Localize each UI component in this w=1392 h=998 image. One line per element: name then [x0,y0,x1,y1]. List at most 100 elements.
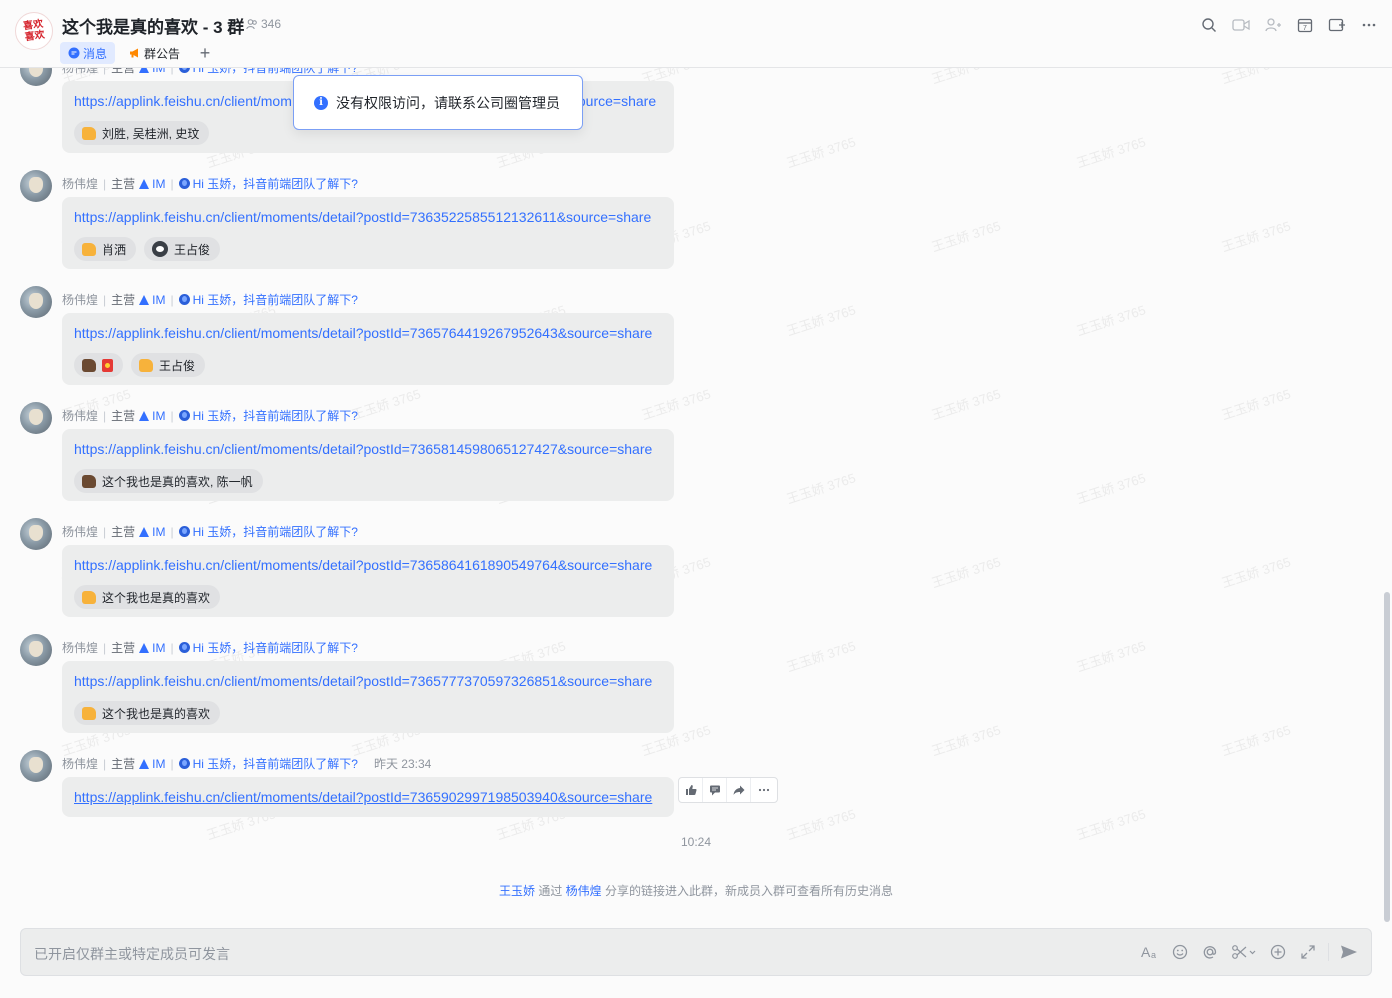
input-placeholder: 已开启仅群主或特定成员可发言 [34,946,230,962]
reaction-chip[interactable]: 这个我也是真的喜欢, 陈一帆 [74,469,263,493]
more-icon[interactable] [751,778,777,802]
message-link[interactable]: https://applink.feishu.cn/client/moments… [74,787,662,807]
dept-tag: IM [139,757,166,771]
add-icon[interactable] [1268,941,1288,963]
tab-messages-label: 消息 [83,46,108,61]
calendar-icon[interactable]: 7 [1294,14,1316,36]
sender-name[interactable]: 杨伟煌 [62,291,98,308]
message-bubble[interactable]: https://applink.feishu.cn/client/moments… [62,197,674,269]
dept-tag: IM [139,293,166,307]
send-icon[interactable] [1339,941,1359,963]
system-notice-inviter[interactable]: 杨伟煌 [566,884,602,898]
watermark-text: 王玉娇 3765 [1219,554,1293,591]
sender-avatar[interactable] [20,170,52,202]
svg-text:a: a [1151,950,1156,960]
permission-toast: i 没有权限访问，请联系公司圈管理员 [293,75,583,130]
thumb-up-icon [82,358,96,372]
message-meta: 杨伟煌| 主营 IM| Hi 玉娇，抖音前端团队了解下? [62,291,358,308]
watermark-text: 王玉娇 3765 [1074,134,1148,171]
toolbar-divider [1328,943,1329,961]
scrollbar[interactable] [1384,592,1390,922]
reaction-bar: 肖洒 王占俊 [74,237,662,261]
message-link[interactable]: https://applink.feishu.cn/client/moments… [74,323,662,343]
add-tab-button[interactable]: + [194,42,216,64]
reaction-chip[interactable]: 刘胜, 吴桂洲, 史玟 [74,121,210,145]
add-widget-icon[interactable] [1326,14,1348,36]
group-avatar[interactable]: 喜欢 喜欢 [15,12,53,50]
message-time: 昨天 23:34 [373,757,432,771]
message-link[interactable]: https://applink.feishu.cn/client/moments… [74,439,662,459]
format-icon[interactable]: Aa [1140,941,1160,963]
message-bubble[interactable]: https://applink.feishu.cn/client/moments… [62,429,674,501]
sender-name[interactable]: 杨伟煌 [62,755,98,772]
watermark-text: 王玉娇 3765 [784,134,858,171]
system-notice: 王玉娇 通过 杨伟煌 分享的链接进入此群，新成员入群可查看所有历史消息 [498,884,894,898]
message-hover-toolbar [678,777,778,803]
sender-name[interactable]: 杨伟煌 [62,523,98,540]
more-icon[interactable] [1358,14,1380,36]
message-bubble[interactable]: https://applink.feishu.cn/client/moments… [62,545,674,617]
watermark-text: 王玉娇 3765 [1219,68,1293,87]
message-list[interactable]: 王玉娇 3765 王玉娇 3765 王玉娇 3765 王玉娇 3765 王玉娇 3765… [0,68,1382,924]
sender-avatar[interactable] [20,286,52,318]
forward-icon[interactable] [727,778,751,802]
add-member-icon[interactable] [1262,14,1284,36]
expand-icon[interactable] [1298,941,1318,963]
reaction-chip[interactable]: 王占俊 [131,353,206,377]
message-link[interactable]: https://applink.feishu.cn/client/moments… [74,555,662,575]
watermark-text: 王玉娇 3765 [784,638,858,675]
input-toolbar: Aa [1140,941,1359,963]
tab-announcement[interactable]: 群公告 [121,42,188,64]
thumb-up-icon [82,126,96,140]
sender-avatar[interactable] [20,634,52,666]
tab-messages[interactable]: 消息 [60,42,116,64]
watermark-text: 王玉娇 3765 [784,470,858,507]
watermark-text: 王玉娇 3765 [639,386,713,423]
sender-name[interactable]: 杨伟煌 [62,68,98,76]
reaction-chip[interactable]: 肖洒 [74,237,137,261]
message-bubble[interactable]: https://applink.feishu.cn/client/moments… [62,777,674,817]
reaction-bar: 这个我也是真的喜欢 [74,585,662,609]
mention-icon[interactable] [1200,941,1220,963]
sender-name[interactable]: 杨伟煌 [62,639,98,656]
system-notice-user[interactable]: 王玉娇 [499,884,535,898]
message-bubble[interactable]: https://applink.feishu.cn/client/moments… [62,661,674,733]
message-meta: 杨伟煌 | 主营 IM | Hi 玉娇，抖音前端团队了解下? 昨天 23:34 [62,755,432,772]
video-call-icon[interactable] [1230,14,1252,36]
reaction-chip[interactable]: 这个我也是真的喜欢 [74,585,221,609]
watermark-text: 王玉娇 3765 [929,218,1003,255]
sender-avatar[interactable] [20,402,52,434]
member-count[interactable]: 346 [246,17,281,31]
message-link[interactable]: https://applink.feishu.cn/client/moments… [74,671,662,691]
triangle-icon [139,526,150,537]
globe-icon [178,294,190,305]
message-meta: 杨伟煌| 主营 IM| Hi 玉娇，抖音前端团队了解下? [62,407,358,424]
triangle-icon [139,410,150,421]
message-link[interactable]: https://applink.feishu.cn/client/moments… [74,207,662,227]
sender-name[interactable]: 杨伟煌 [62,407,98,424]
watermark-text: 王玉娇 3765 [929,68,1003,87]
message-bubble[interactable]: https://applink.feishu.cn/client/moments… [62,313,674,385]
dept-tag: IM [139,525,166,539]
sender-avatar[interactable] [20,68,52,86]
reaction-chip[interactable]: 这个我也是真的喜欢 [74,701,221,725]
reply-icon[interactable] [703,778,727,802]
sender-name[interactable]: 杨伟煌 [62,175,98,192]
screenshot-icon[interactable] [1230,941,1258,963]
globe-icon [178,642,190,653]
watermark-text: 王玉娇 3765 [929,554,1003,591]
group-title[interactable]: 这个我是真的喜欢 - 3 群 [62,13,244,38]
thumb-up-icon[interactable] [679,778,703,802]
red-packet-icon [102,358,113,372]
emoji-icon[interactable] [1170,941,1190,963]
members-icon [246,19,257,30]
search-icon[interactable] [1198,14,1220,36]
sender-avatar[interactable] [20,750,52,782]
reaction-chip[interactable] [74,353,123,377]
thumb-up-icon [82,242,96,256]
reaction-chip[interactable]: 王占俊 [144,237,221,261]
sender-role: 主营 [111,409,136,423]
sender-avatar[interactable] [20,518,52,550]
thumb-up-icon [82,590,96,604]
message-input[interactable]: 已开启仅群主或特定成员可发言 Aa [20,928,1372,976]
